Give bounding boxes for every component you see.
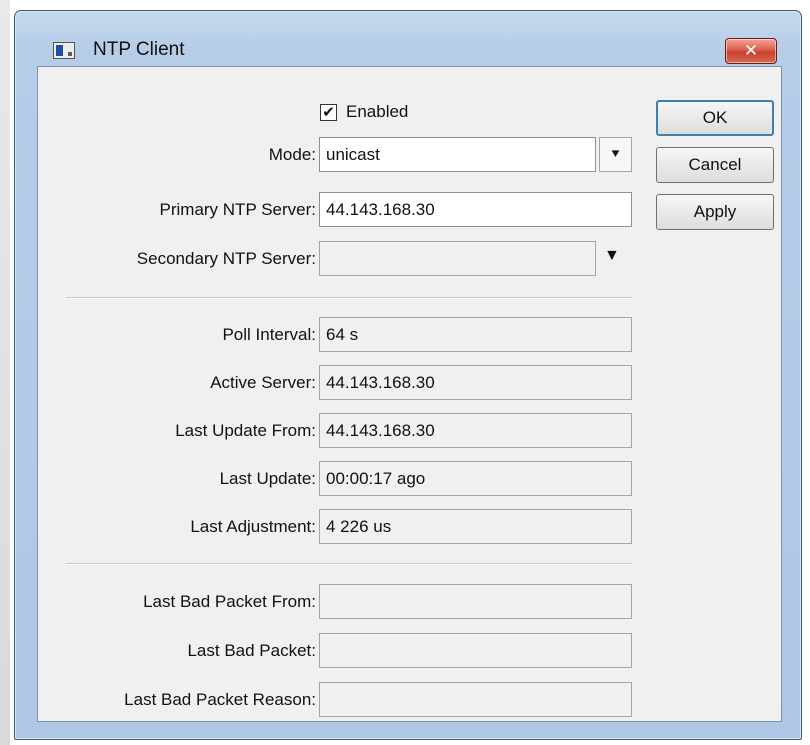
mode-dropdown-button[interactable]: ⯆ <box>599 137 632 172</box>
close-button[interactable]: ✕ <box>725 38 777 64</box>
primary-ntp-server-input[interactable]: 44.143.168.30 <box>319 192 632 227</box>
active-server-value: 44.143.168.30 <box>319 365 632 400</box>
close-icon: ✕ <box>743 41 759 60</box>
last-adjustment-label: Last Adjustment: <box>190 517 316 536</box>
last-bad-packet-from-label: Last Bad Packet From: <box>143 592 316 611</box>
last-update-label: Last Update: <box>219 469 316 488</box>
last-bad-packet-reason-value <box>319 682 632 717</box>
secondary-dropdown-icon[interactable]: ▼ <box>604 247 620 265</box>
separator <box>66 297 632 299</box>
poll-interval-value: 64 s <box>319 317 632 352</box>
mode-label: Mode: <box>268 145 316 164</box>
last-bad-packet-label: Last Bad Packet: <box>187 641 316 660</box>
last-update-from-label: Last Update From: <box>175 421 316 440</box>
cancel-button[interactable]: Cancel <box>656 147 774 183</box>
apply-button[interactable]: Apply <box>656 194 774 230</box>
last-update-from-value: 44.143.168.30 <box>319 413 632 448</box>
window-app-icon <box>53 42 75 59</box>
last-update-value: 00:00:17 ago <box>319 461 632 496</box>
mode-select[interactable]: unicast <box>319 137 596 172</box>
check-icon: ✔ <box>322 104 335 121</box>
window-title: NTP Client <box>93 39 185 60</box>
last-bad-packet-value <box>319 633 632 668</box>
last-adjustment-value: 4 226 us <box>319 509 632 544</box>
secondary-ntp-server-label: Secondary NTP Server: <box>136 249 316 268</box>
ntp-client-window: NTP Client ✕ ✔ Enabled Mode: unicast ⯆ P… <box>14 10 802 740</box>
dialog-body: ✔ Enabled Mode: unicast ⯆ Primary NTP Se… <box>37 66 782 722</box>
enabled-label[interactable]: Enabled <box>346 102 408 122</box>
last-bad-packet-reason-label: Last Bad Packet Reason: <box>124 690 316 709</box>
poll-interval-label: Poll Interval: <box>222 325 316 344</box>
dropdown-arrow-icon: ⯆ <box>609 146 622 162</box>
enabled-checkbox[interactable]: ✔ <box>320 104 337 121</box>
secondary-ntp-server-input[interactable] <box>319 241 596 276</box>
title-bar[interactable]: NTP Client ✕ <box>15 11 801 64</box>
primary-ntp-server-label: Primary NTP Server: <box>159 200 317 219</box>
desktop-background <box>0 0 10 745</box>
active-server-label: Active Server: <box>210 373 316 392</box>
last-bad-packet-from-value <box>319 584 632 619</box>
ok-button[interactable]: OK <box>656 100 774 136</box>
separator <box>66 563 632 565</box>
